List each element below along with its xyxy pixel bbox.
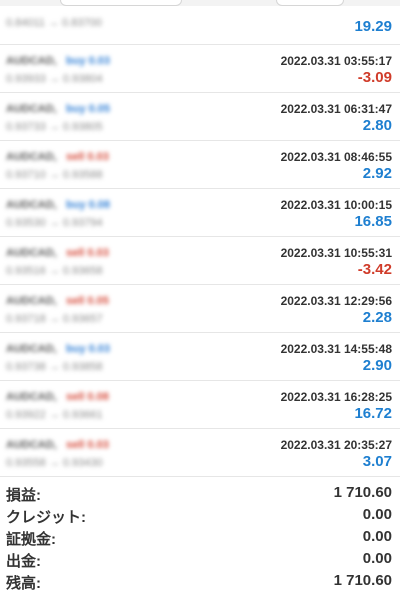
trade-time: 2022.03.31 06:31:47 <box>280 102 392 116</box>
summary-label: クレジット: <box>6 509 86 526</box>
trade-side: buy 0.08 <box>66 199 111 211</box>
trade-side: buy 0.05 <box>66 103 111 115</box>
summary-value: 0.00 <box>362 550 392 567</box>
trade-prices: 0.93718 → 0.93657 <box>6 313 103 325</box>
trade-prices: 0.93710 → 0.93588 <box>6 169 103 181</box>
trade-side: buy 0.03 <box>66 55 111 67</box>
trade-row[interactable]: AUDCAD, sell 0.03 0.93558 → 0.93430 2022… <box>0 429 400 477</box>
summary-label: 出金: <box>6 553 41 570</box>
account-summary: 損益: 1 710.60 クレジット: 0.00 証拠金: 0.00 出金: 0… <box>0 484 400 594</box>
trade-time: 2022.03.31 10:00:15 <box>280 198 392 212</box>
trade-symbol: AUDCAD, <box>6 295 57 307</box>
trade-symbol: AUDCAD, <box>6 439 57 451</box>
trade-profit: 2.28 <box>362 309 392 326</box>
summary-row-credit: クレジット: 0.00 <box>0 506 400 528</box>
trade-time: 2022.03.31 14:55:48 <box>280 342 392 356</box>
trade-prices: 0.93922 → 0.93661 <box>6 409 103 421</box>
trade-profit: -3.09 <box>357 69 392 86</box>
trade-prices: 0.93738 → 0.93858 <box>6 361 103 373</box>
trade-side: sell 0.05 <box>66 295 109 307</box>
summary-label: 損益: <box>6 487 41 504</box>
summary-row-profit: 損益: 1 710.60 <box>0 484 400 506</box>
trade-symbol: AUDCAD, <box>6 343 57 355</box>
trade-time: 2022.03.31 16:28:25 <box>280 390 392 404</box>
trade-row[interactable]: AUDCAD, sell 0.05 0.93718 → 0.93657 2022… <box>0 285 400 333</box>
trade-time: 2022.03.31 10:55:31 <box>280 246 392 260</box>
trade-time: 2022.03.31 12:29:56 <box>280 294 392 308</box>
trade-symbol: AUDCAD, <box>6 103 57 115</box>
summary-value: 1 710.60 <box>333 484 392 501</box>
summary-value: 1 710.60 <box>333 572 392 589</box>
trade-profit: 2.80 <box>362 117 392 134</box>
trade-profit: 2.90 <box>362 357 392 374</box>
trade-profit: 19.29 <box>354 18 392 35</box>
trade-row[interactable]: AUDCAD, buy 0.03 0.93933 → 0.93804 2022.… <box>0 45 400 93</box>
summary-row-margin: 証拠金: 0.00 <box>0 528 400 550</box>
summary-value: 0.00 <box>362 528 392 545</box>
trade-prices: 0.93516 → 0.93658 <box>6 265 103 277</box>
trade-row[interactable]: AUDCAD, sell 0.03 0.93516 → 0.93658 2022… <box>0 237 400 285</box>
trade-prices: 0.93530 → 0.93794 <box>6 217 103 229</box>
summary-label: 残高: <box>6 575 41 592</box>
trade-prices: 0.93558 → 0.93430 <box>6 457 103 469</box>
trade-row[interactable]: AUDCAD, buy 0.05 0.93733 → 0.93805 2022.… <box>0 93 400 141</box>
summary-value: 0.00 <box>362 506 392 523</box>
trade-symbol: AUDCAD, <box>6 151 57 163</box>
trade-side: buy 0.03 <box>66 343 111 355</box>
trade-symbol: AUDCAD, <box>6 247 57 259</box>
trade-symbol: AUDCAD, <box>6 199 57 211</box>
trade-history-list[interactable]: 0.84011 → 0.83700 19.29 AUDCAD, buy 0.03… <box>0 6 400 477</box>
trade-side: sell 0.08 <box>66 391 109 403</box>
trade-prices: 0.84011 → 0.83700 <box>6 17 102 29</box>
trade-row[interactable]: AUDCAD, buy 0.03 0.93738 → 0.93858 2022.… <box>0 333 400 381</box>
trade-prices: 0.93933 → 0.93804 <box>6 73 103 85</box>
trade-prices: 0.93733 → 0.93805 <box>6 121 103 133</box>
trade-profit: 16.72 <box>354 405 392 422</box>
trade-row[interactable]: 0.84011 → 0.83700 19.29 <box>0 6 400 45</box>
trade-row[interactable]: AUDCAD, sell 0.08 0.93922 → 0.93661 2022… <box>0 381 400 429</box>
trade-profit: 2.92 <box>362 165 392 182</box>
summary-label: 証拠金: <box>6 531 56 548</box>
trade-time: 2022.03.31 08:46:55 <box>280 150 392 164</box>
trade-row[interactable]: AUDCAD, buy 0.08 0.93530 → 0.93794 2022.… <box>0 189 400 237</box>
summary-row-balance: 残高: 1 710.60 <box>0 572 400 594</box>
trade-profit: -3.42 <box>357 261 392 278</box>
summary-row-withdrawal: 出金: 0.00 <box>0 550 400 572</box>
trade-symbol: AUDCAD, <box>6 391 57 403</box>
trade-side: sell 0.03 <box>66 439 109 451</box>
trade-side: sell 0.03 <box>66 151 109 163</box>
trade-profit: 16.85 <box>354 213 392 230</box>
trade-time: 2022.03.31 03:55:17 <box>280 54 392 68</box>
trade-symbol: AUDCAD, <box>6 55 57 67</box>
trade-row[interactable]: AUDCAD, sell 0.03 0.93710 → 0.93588 2022… <box>0 141 400 189</box>
trade-time: 2022.03.31 20:35:27 <box>280 438 392 452</box>
trade-side: sell 0.03 <box>66 247 109 259</box>
trade-profit: 3.07 <box>362 453 392 470</box>
